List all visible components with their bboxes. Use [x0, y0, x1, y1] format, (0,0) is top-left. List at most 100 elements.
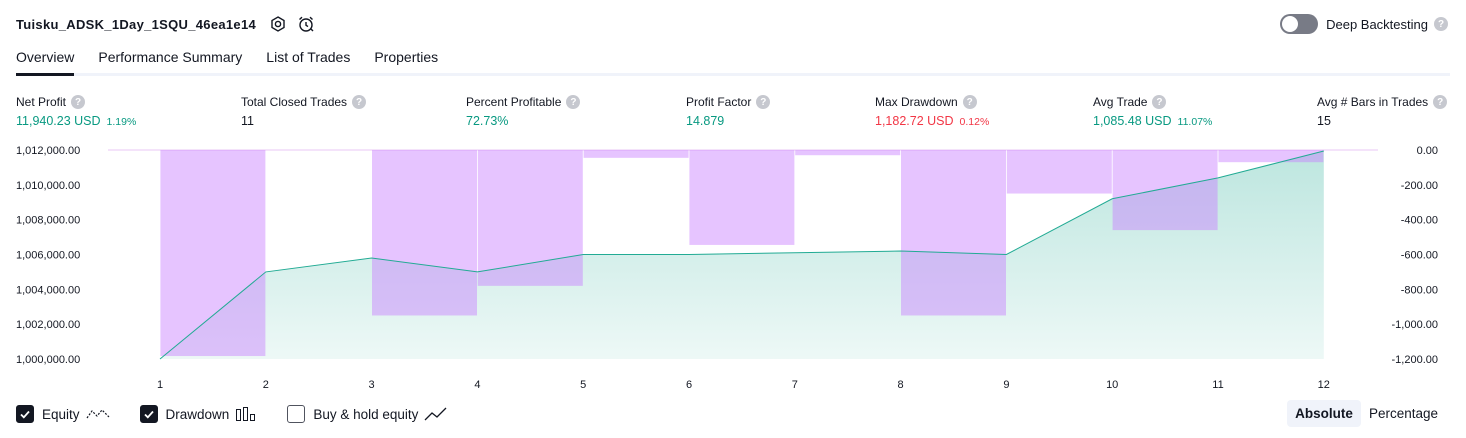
deep-backtesting-control: Deep Backtesting ? [1280, 13, 1448, 35]
equity-drawdown-chart[interactable]: 1,012,000.00 1,010,000.00 1,008,000.00 1,00… [0, 138, 1466, 396]
metric-avg-trade: Avg Trade? 1,085.48 USD 11.07% [1093, 94, 1212, 128]
left-axis-tick: 1,010,000.00 [16, 180, 80, 192]
tab-performance-summary[interactable]: Performance Summary [98, 46, 242, 73]
x-axis-tick: 4 [474, 379, 480, 391]
buy-hold-checkbox[interactable] [287, 405, 306, 423]
left-axis-tick: 1,004,000.00 [16, 284, 80, 296]
x-axis-tick: 1 [157, 379, 163, 391]
tab-properties[interactable]: Properties [374, 46, 438, 73]
drawdown-bar [689, 150, 795, 245]
drawdown-bar [160, 150, 266, 357]
drawdown-bar [901, 150, 1006, 316]
metric-label: Percent Profitable [466, 95, 562, 109]
metric-value: 1,085.48 USD [1093, 114, 1172, 128]
metric-max-drawdown: Max Drawdown? 1,182.72 USD 0.12% [875, 94, 989, 128]
left-axis-tick: 1,002,000.00 [16, 319, 80, 331]
drawdown-bar [1218, 150, 1324, 163]
view-mode-switch: Absolute Percentage [1287, 400, 1446, 427]
metric-net-profit: Net Profit? 11,940.23 USD 1.19% [16, 94, 136, 128]
deep-backtesting-toggle[interactable] [1280, 14, 1319, 34]
metric-value: 15 [1317, 114, 1331, 128]
right-axis-tick: -400.00 [1401, 215, 1438, 227]
metric-label: Avg # Bars in Trades [1317, 95, 1429, 109]
alert-clock-icon[interactable] [294, 12, 318, 36]
title-row: Tuisku_ADSK_1Day_1SQU_46ea1e14 [16, 12, 318, 36]
right-axis-tick: -600.00 [1401, 250, 1438, 262]
left-axis-tick: 1,000,000.00 [16, 354, 80, 366]
x-axis-tick: 11 [1212, 379, 1223, 391]
x-axis-tick: 6 [686, 379, 692, 391]
metric-value: 11 [241, 114, 254, 128]
info-icon[interactable]: ? [756, 95, 771, 109]
percentage-button[interactable]: Percentage [1361, 400, 1446, 427]
metric-label: Profit Factor [686, 95, 752, 109]
drawdown-bar [795, 150, 901, 156]
metric-label: Max Drawdown [875, 95, 958, 109]
settings-icon[interactable] [266, 12, 290, 36]
legend-equity[interactable]: Equity [16, 405, 110, 423]
drawdown-bar [477, 150, 583, 286]
info-icon[interactable]: ? [566, 95, 581, 109]
metric-avg-bars-in-trades: Avg # Bars in Trades? 15 [1317, 94, 1448, 128]
legend-label: Buy & hold equity [313, 406, 419, 422]
help-icon[interactable]: ? [1434, 17, 1448, 31]
x-axis-tick: 5 [580, 379, 586, 391]
right-axis-tick: -1,000.00 [1392, 319, 1438, 331]
metric-label: Total Closed Trades [241, 95, 348, 109]
buy-hold-line-icon [424, 406, 448, 422]
x-axis-tick: 12 [1318, 379, 1330, 391]
drawdown-bars-icon [235, 406, 257, 422]
right-axis-tick: -1,200.00 [1392, 354, 1438, 366]
drawdown-bar [1112, 150, 1218, 231]
tab-bar: Overview Performance Summary List of Tra… [16, 46, 1450, 76]
drawdown-checkbox[interactable] [139, 405, 158, 423]
left-axis-tick: 1,012,000.00 [16, 145, 80, 157]
x-axis-tick: 3 [369, 379, 375, 391]
metric-value: 72.73% [466, 114, 509, 128]
info-icon[interactable]: ? [962, 95, 977, 109]
x-axis-tick: 9 [1003, 379, 1009, 391]
metric-total-closed-trades: Total Closed Trades? 11 [241, 94, 367, 128]
info-icon[interactable]: ? [71, 95, 86, 109]
metric-value: 14.879 [686, 114, 725, 128]
metric-value: 11,940.23 USD [16, 114, 101, 128]
metric-percent: 1.19% [106, 116, 137, 128]
x-axis-tick: 7 [792, 379, 798, 391]
metric-profit-factor: Profit Factor? 14.879 [686, 94, 771, 128]
drawdown-bar [583, 150, 689, 158]
equity-line-icon [86, 406, 110, 422]
tab-list-of-trades[interactable]: List of Trades [266, 46, 350, 73]
metric-label: Avg Trade [1093, 95, 1148, 109]
metric-percent-profitable: Percent Profitable? 72.73% [466, 94, 581, 128]
metric-percent: 0.12% [959, 116, 990, 128]
tab-overview[interactable]: Overview [16, 46, 75, 76]
legend-buy-hold-equity[interactable]: Buy & hold equity [287, 405, 448, 423]
left-axis-tick: 1,008,000.00 [16, 215, 80, 227]
left-axis-tick: 1,006,000.00 [16, 250, 80, 262]
legend-label: Drawdown [165, 406, 230, 422]
x-axis-tick: 2 [263, 379, 269, 391]
equity-checkbox[interactable] [16, 405, 34, 423]
strategy-name: Tuisku_ADSK_1Day_1SQU_46ea1e14 [16, 16, 257, 32]
x-axis-tick: 8 [898, 379, 904, 391]
legend-label: Equity [42, 406, 80, 422]
x-axis: 1 2 3 4 5 6 7 8 9 10 11 12 [157, 379, 1330, 391]
right-axis-tick: -800.00 [1401, 284, 1438, 296]
deep-backtesting-label: Deep Backtesting [1326, 16, 1428, 32]
x-axis-tick: 10 [1106, 379, 1118, 391]
info-icon[interactable]: ? [352, 95, 367, 109]
drawdown-bar [372, 150, 477, 316]
metric-percent: 11.07% [1177, 116, 1213, 128]
left-axis: 1,012,000.00 1,010,000.00 1,008,000.00 1,00… [16, 145, 80, 366]
toggle-knob [1282, 16, 1299, 32]
legend-drawdown[interactable]: Drawdown [139, 405, 258, 423]
right-axis-tick: -200.00 [1401, 180, 1438, 192]
info-icon[interactable]: ? [1433, 95, 1448, 109]
right-axis-tick: 0.00 [1417, 145, 1438, 157]
absolute-button[interactable]: Absolute [1287, 400, 1361, 427]
metric-label: Net Profit [16, 95, 67, 109]
metric-value: 1,182.72 USD [875, 114, 954, 128]
info-icon[interactable]: ? [1152, 95, 1167, 109]
chart-legend: Equity Drawdown Buy & hold equity [16, 403, 478, 425]
right-axis: 0.00 -200.00 -400.00 -600.00 -800.00 -1,000.0… [1392, 145, 1438, 366]
